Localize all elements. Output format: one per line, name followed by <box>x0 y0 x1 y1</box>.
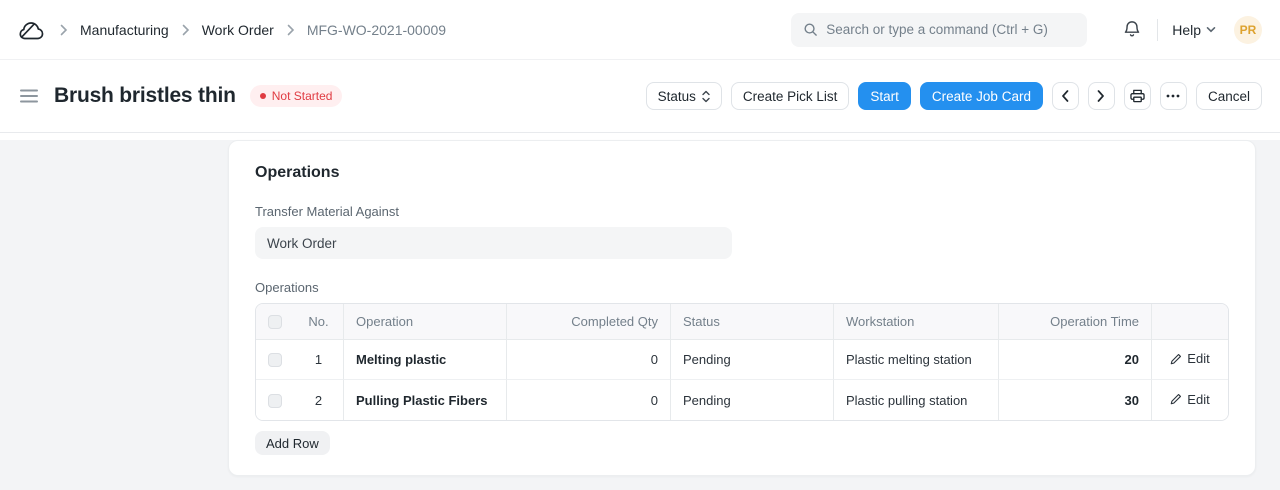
workstation-cell: Plastic melting station <box>834 340 999 380</box>
column-header-no: No. <box>294 304 344 340</box>
print-button[interactable] <box>1124 82 1151 110</box>
completed-qty-cell: 0 <box>507 340 671 380</box>
start-button[interactable]: Start <box>858 82 911 110</box>
edit-row-button[interactable]: Edit <box>1170 351 1209 366</box>
navbar-divider <box>1157 19 1158 41</box>
column-header-actions <box>1152 304 1228 340</box>
operation-time-cell: 30 <box>999 380 1152 420</box>
add-row-button[interactable]: Add Row <box>255 431 330 455</box>
help-menu[interactable]: Help <box>1172 22 1216 38</box>
operations-section-card: Operations Transfer Material Against Wor… <box>228 140 1256 476</box>
section-title: Operations <box>255 164 1229 182</box>
app-logo[interactable] <box>18 19 45 41</box>
page-head-actions: Status Create Pick List Start Create Job… <box>646 82 1262 110</box>
page-head: Brush bristles thin Not Started Status C… <box>0 60 1280 133</box>
ellipsis-icon <box>1166 94 1180 98</box>
status-select-label: Status <box>658 89 696 104</box>
row-number-cell: 1 <box>294 340 344 380</box>
select-all-checkbox[interactable] <box>268 315 282 329</box>
more-menu-button[interactable] <box>1160 82 1187 110</box>
breadcrumb: Manufacturing Work Order MFG-WO-2021-000… <box>59 22 446 38</box>
search-icon <box>803 22 818 37</box>
table-row[interactable]: 2 Pulling Plastic Fibers 0 Pending Plast… <box>256 380 1228 420</box>
table-header-row: No. Operation Completed Qty Status Works… <box>256 304 1228 340</box>
breadcrumb-manufacturing[interactable]: Manufacturing <box>80 22 169 38</box>
operations-table: No. Operation Completed Qty Status Works… <box>255 303 1229 421</box>
hamburger-icon <box>20 89 38 103</box>
row-actions-cell: Edit <box>1152 380 1228 420</box>
notifications-button[interactable] <box>1119 16 1145 43</box>
create-job-card-button[interactable]: Create Job Card <box>920 82 1043 110</box>
status-select[interactable]: Status <box>646 82 722 110</box>
status-badge-label: Not Started <box>272 89 333 103</box>
page-head-left: Brush bristles thin Not Started <box>18 84 342 108</box>
edit-label: Edit <box>1187 351 1209 366</box>
select-all-cell <box>256 304 294 340</box>
transfer-material-against-label: Transfer Material Against <box>255 204 1229 219</box>
bell-icon <box>1123 20 1141 39</box>
status-badge: Not Started <box>250 85 343 107</box>
status-cell: Pending <box>671 380 834 420</box>
status-cell: Pending <box>671 340 834 380</box>
global-search[interactable] <box>791 13 1087 47</box>
pencil-icon <box>1170 353 1182 365</box>
chevron-right-icon <box>1097 90 1105 102</box>
help-label: Help <box>1172 22 1201 38</box>
chevron-right-icon <box>181 24 190 36</box>
navbar-right: Help PR <box>791 13 1262 47</box>
row-checkbox[interactable] <box>268 394 282 408</box>
chevron-right-icon <box>59 24 68 36</box>
status-dot-icon <box>260 93 266 99</box>
edit-label: Edit <box>1187 392 1209 407</box>
avatar[interactable]: PR <box>1234 16 1262 44</box>
column-header-operation: Operation <box>344 304 507 340</box>
operations-grid-label: Operations <box>255 280 1229 295</box>
row-checkbox[interactable] <box>268 353 282 367</box>
column-header-workstation: Workstation <box>834 304 999 340</box>
search-input[interactable] <box>826 22 1075 37</box>
transfer-material-against-field[interactable]: Work Order <box>255 227 732 259</box>
column-header-status: Status <box>671 304 834 340</box>
create-pick-list-button[interactable]: Create Pick List <box>731 82 850 110</box>
operation-cell: Pulling Plastic Fibers <box>344 380 507 420</box>
completed-qty-cell: 0 <box>507 380 671 420</box>
frappe-cloud-icon <box>18 19 45 41</box>
chevron-right-icon <box>286 24 295 36</box>
next-document-button[interactable] <box>1088 82 1115 110</box>
top-navbar: Manufacturing Work Order MFG-WO-2021-000… <box>0 0 1280 60</box>
page-title: Brush bristles thin <box>54 84 236 108</box>
edit-row-button[interactable]: Edit <box>1170 392 1209 407</box>
cancel-button[interactable]: Cancel <box>1196 82 1262 110</box>
row-actions-cell: Edit <box>1152 340 1228 380</box>
column-header-completed-qty: Completed Qty <box>507 304 671 340</box>
table-row[interactable]: 1 Melting plastic 0 Pending Plastic melt… <box>256 340 1228 380</box>
breadcrumb-work-order[interactable]: Work Order <box>202 22 274 38</box>
row-select-cell <box>256 380 294 420</box>
pencil-icon <box>1170 393 1182 405</box>
breadcrumb-current-doc: MFG-WO-2021-00009 <box>307 22 446 38</box>
workstation-cell: Plastic pulling station <box>834 380 999 420</box>
column-header-operation-time: Operation Time <box>999 304 1152 340</box>
sidebar-toggle-button[interactable] <box>18 85 40 107</box>
operation-cell: Melting plastic <box>344 340 507 380</box>
row-number-cell: 2 <box>294 380 344 420</box>
page-content: Operations Transfer Material Against Wor… <box>0 140 1280 490</box>
up-down-carets-icon <box>702 90 710 103</box>
chevron-left-icon <box>1061 90 1069 102</box>
chevron-down-icon <box>1206 26 1216 33</box>
printer-icon <box>1130 89 1145 103</box>
row-select-cell <box>256 340 294 380</box>
prev-document-button[interactable] <box>1052 82 1079 110</box>
operation-time-cell: 20 <box>999 340 1152 380</box>
